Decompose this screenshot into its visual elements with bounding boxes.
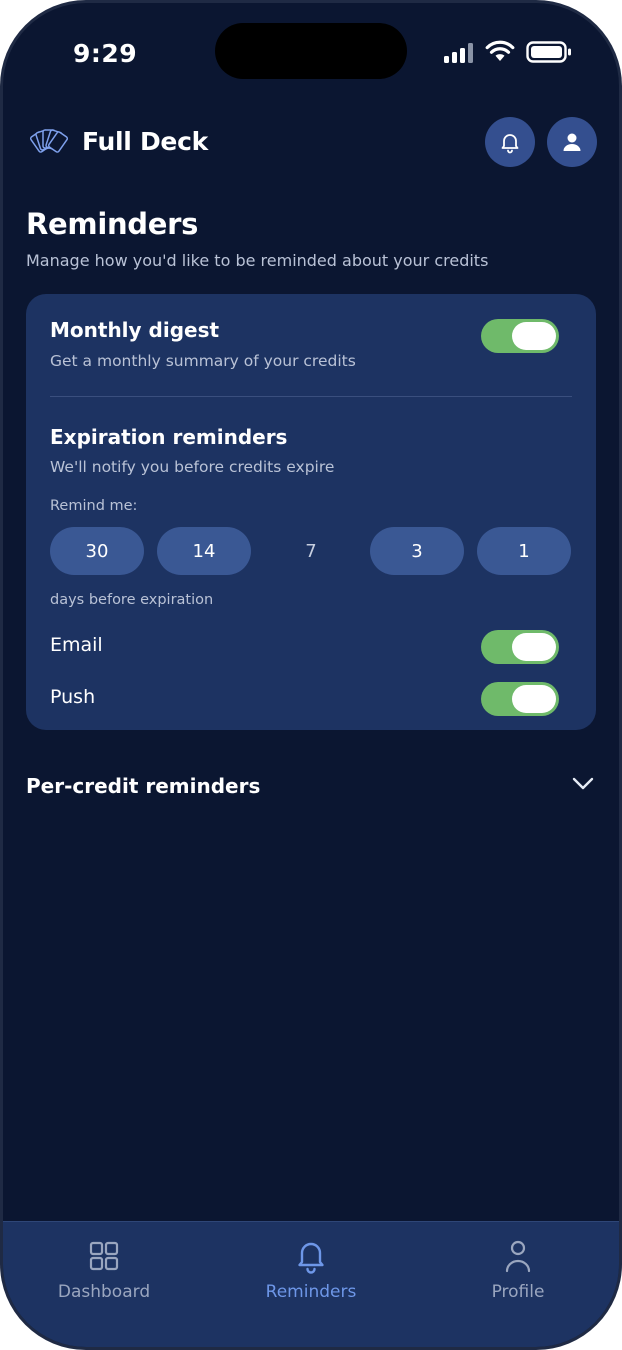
push-label: Push (50, 686, 96, 708)
per-credit-reminders-label: Per-credit reminders (26, 774, 261, 798)
tab-reminders[interactable]: Reminders (241, 1238, 381, 1302)
toggle-knob (512, 685, 556, 713)
signal-icon (444, 43, 473, 63)
tab-reminders-label: Reminders (265, 1282, 357, 1302)
status-bar: 9:29 (3, 3, 619, 103)
tab-dashboard[interactable]: Dashboard (34, 1238, 174, 1302)
expiration-reminders-description: We'll notify you before credits expire (50, 458, 335, 476)
tab-profile[interactable]: Profile (448, 1238, 588, 1302)
expiration-reminders-title: Expiration reminders (50, 425, 288, 449)
chevron-down-icon (572, 777, 594, 790)
email-label: Email (50, 634, 103, 656)
day-option-1[interactable]: 1 (477, 527, 571, 575)
monthly-digest-description: Get a monthly summary of your credits (50, 352, 356, 370)
wifi-icon (485, 40, 515, 61)
page-subtitle: Manage how you'd like to be reminded abo… (26, 251, 489, 270)
status-time: 9:29 (73, 39, 138, 68)
battery-icon (526, 41, 571, 63)
user-icon (563, 133, 581, 151)
app-name: Full Deck (82, 127, 208, 156)
cards-logo-icon (29, 129, 68, 153)
day-option-3[interactable]: 3 (370, 527, 464, 575)
email-toggle[interactable] (481, 630, 559, 664)
account-button[interactable] (547, 117, 597, 167)
push-toggle[interactable] (481, 682, 559, 716)
page-title: Reminders (26, 207, 199, 241)
tab-dashboard-label: Dashboard (57, 1282, 151, 1302)
reminder-settings-card: Monthly digest Get a monthly summary of … (26, 294, 596, 730)
bell-icon (298, 1242, 324, 1274)
day-option-30[interactable]: 30 (50, 527, 144, 575)
notifications-button[interactable] (485, 117, 535, 167)
phone-frame: 9:29 Full Deck Reminders Manage how you'… (0, 0, 622, 1350)
toggle-knob (512, 633, 556, 661)
tab-profile-label: Profile (491, 1282, 545, 1302)
days-before-label: days before expiration (50, 592, 214, 608)
person-icon (505, 1240, 531, 1273)
dynamic-island (215, 23, 407, 79)
monthly-digest-title: Monthly digest (50, 318, 220, 342)
app-header: Full Deck (3, 113, 619, 173)
remind-me-label: Remind me: (50, 498, 138, 514)
screen: 9:29 Full Deck Reminders Manage how you'… (3, 3, 619, 1347)
bell-icon (501, 134, 519, 154)
toggle-knob (512, 322, 556, 350)
monthly-digest-toggle[interactable] (481, 319, 559, 353)
divider (50, 396, 572, 397)
day-option-7[interactable]: 7 (264, 527, 358, 575)
tab-bar: Dashboard Reminders Profile (3, 1221, 619, 1347)
per-credit-reminders-row[interactable]: Per-credit reminders (26, 770, 596, 806)
grid-icon (89, 1241, 119, 1271)
day-option-14[interactable]: 14 (157, 527, 251, 575)
